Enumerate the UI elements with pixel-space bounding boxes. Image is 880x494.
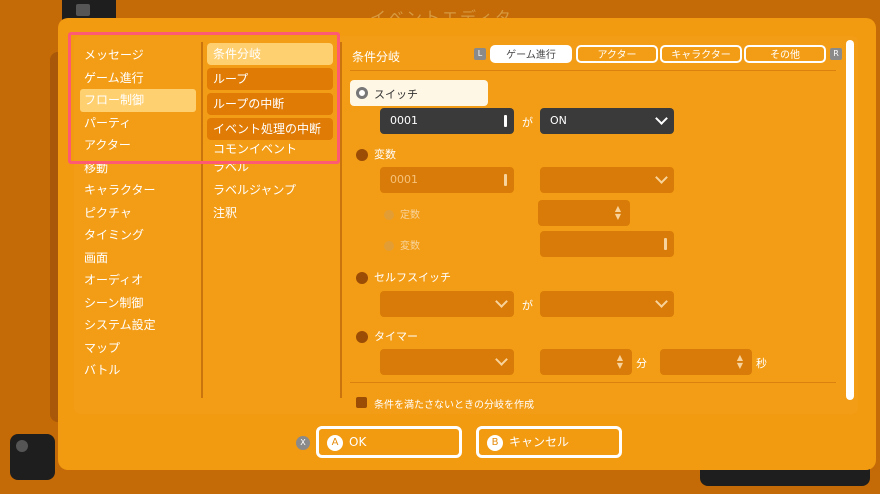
tab-character[interactable]: キャラクター (660, 45, 742, 63)
radio-constant[interactable]: 定数 (384, 206, 420, 221)
category-item-character[interactable]: キャラクター (80, 179, 196, 202)
radio-on-icon (356, 87, 368, 99)
timer-operator-select[interactable] (380, 349, 514, 375)
chevron-down-icon (495, 353, 508, 366)
background-tab-icon (76, 4, 90, 16)
category-item-system-settings[interactable]: システム設定 (80, 314, 196, 337)
switch-state-value: ON (550, 114, 567, 127)
minus-icon (16, 440, 28, 452)
radio-timer-label: タイマー (374, 330, 418, 343)
ga-label: が (522, 299, 533, 312)
l-shoulder-icon: L (474, 48, 486, 60)
b-button-icon: B (487, 434, 503, 451)
self-switch-select[interactable] (380, 291, 514, 317)
radio-constant-label: 定数 (400, 210, 420, 221)
a-button-icon: A (327, 434, 343, 451)
command-item-comment[interactable]: 注釈 (207, 202, 333, 224)
constant-stepper[interactable]: ▲ ▼ (538, 200, 630, 226)
variable-operator-select[interactable] (540, 167, 674, 193)
seconds-label: 秒 (756, 357, 767, 370)
category-item-map[interactable]: マップ (80, 337, 196, 360)
category-item-battle[interactable]: バトル (80, 359, 196, 382)
category-item-audio[interactable]: オーディオ (80, 269, 196, 292)
radio-off-icon (356, 149, 368, 161)
switch-id-field[interactable]: 0001 (380, 108, 514, 134)
self-switch-state-select[interactable] (540, 291, 674, 317)
switch-state-select[interactable]: ON (540, 108, 674, 134)
radio-self-switch[interactable]: セルフスイッチ (356, 269, 451, 285)
category-item-screen[interactable]: 画面 (80, 247, 196, 270)
stepper-arrows-icon: ▲ ▼ (616, 353, 623, 370)
radio-variable-operand-label: 変数 (400, 241, 420, 252)
radio-switch-label: スイッチ (374, 88, 418, 101)
radio-variable[interactable]: 変数 (356, 146, 396, 162)
else-branch-checkbox[interactable] (356, 397, 367, 408)
stepper-arrows-icon: ▲ ▼ (614, 204, 621, 221)
radio-variable-operand[interactable]: 変数 (384, 237, 420, 252)
else-branch-label: 条件を満たさないときの分岐を作成 (374, 400, 534, 411)
edit-bar-icon (664, 238, 667, 250)
minutes-label: 分 (636, 357, 647, 370)
panel-divider (350, 382, 836, 383)
timer-minutes-stepper[interactable]: ▲ ▼ (540, 349, 632, 375)
category-item-timing[interactable]: タイミング (80, 224, 196, 247)
chevron-down-icon (655, 171, 668, 184)
cancel-button-label: キャンセル (509, 435, 570, 449)
ok-button-label: OK (349, 435, 367, 449)
chevron-down-icon (655, 295, 668, 308)
radio-off-icon (384, 210, 394, 220)
variable-id-value: 0001 (390, 173, 418, 186)
radio-timer[interactable]: タイマー (356, 328, 418, 344)
radio-variable-label: 変数 (374, 148, 396, 161)
ok-button[interactable]: A OK (316, 426, 462, 458)
command-item-jump-to-label[interactable]: ラベルジャンプ (207, 179, 333, 201)
timer-seconds-stepper[interactable]: ▲ ▼ (660, 349, 752, 375)
scrollbar[interactable] (846, 40, 854, 400)
chevron-down-icon (495, 295, 508, 308)
radio-switch[interactable]: スイッチ (350, 80, 488, 106)
tab-other[interactable]: その他 (744, 45, 826, 63)
selection-highlight (68, 32, 340, 164)
r-shoulder-icon: R (830, 48, 842, 60)
category-item-picture[interactable]: ピクチャ (80, 202, 196, 225)
tab-actor[interactable]: アクター (576, 45, 658, 63)
edit-bar-icon (504, 115, 507, 127)
panel-title: 条件分岐 (352, 50, 401, 64)
variable-id-field[interactable]: 0001 (380, 167, 514, 193)
category-item-scene-control[interactable]: シーン制御 (80, 292, 196, 315)
radio-off-icon (356, 331, 368, 343)
tab-game-progress[interactable]: ゲーム進行 (490, 45, 572, 63)
edit-bar-icon (504, 174, 507, 186)
radio-self-switch-label: セルフスイッチ (374, 271, 451, 284)
radio-off-icon (356, 272, 368, 284)
cancel-button[interactable]: B キャンセル (476, 426, 622, 458)
radio-off-icon (384, 241, 394, 251)
variable-operand-field[interactable] (540, 231, 674, 257)
panel-divider (350, 70, 836, 71)
background-minus-button (10, 434, 55, 480)
stepper-arrows-icon: ▲ ▼ (736, 353, 743, 370)
chevron-down-icon (655, 112, 668, 125)
switch-id-value: 0001 (390, 114, 418, 127)
x-button-icon: X (296, 436, 310, 450)
column-divider (340, 42, 342, 398)
ga-label: が (522, 116, 533, 129)
